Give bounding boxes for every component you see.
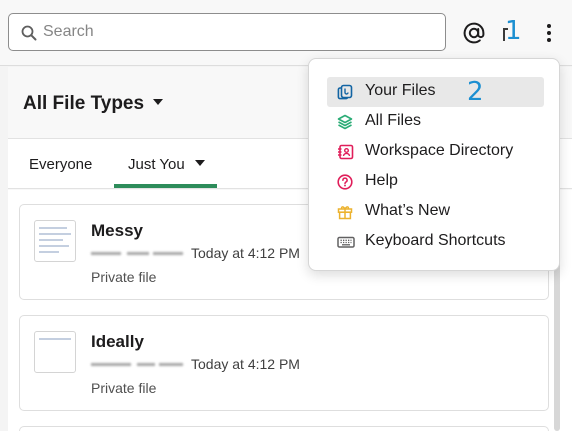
menu-item-all-files[interactable]: All Files — [327, 107, 544, 137]
menu-item-workspace-directory[interactable]: Workspace Directory — [327, 137, 544, 167]
file-visibility: Private file — [91, 380, 157, 396]
tab-just-you[interactable]: Just You — [128, 156, 205, 173]
menu-item-label: Keyboard Shortcuts — [365, 232, 506, 249]
menu-item-label: Your Files — [365, 82, 436, 99]
caret-down-icon — [153, 99, 164, 105]
file-name[interactable]: Messy — [91, 221, 143, 241]
directory-icon — [338, 144, 354, 160]
caret-down-icon — [194, 160, 205, 166]
file-card[interactable]: Ideally Today at 4:12 PM Private file — [19, 315, 549, 411]
file-card[interactable] — [19, 426, 549, 431]
menu-item-label: Help — [365, 172, 398, 189]
your-files-icon — [337, 84, 353, 100]
search-icon — [21, 25, 37, 41]
file-owner-redacted — [91, 359, 187, 371]
file-thumbnail — [34, 331, 76, 373]
file-type-label: All File Types — [23, 93, 145, 114]
file-timestamp: Today at 4:12 PM — [191, 356, 300, 372]
active-tab-indicator — [114, 184, 217, 188]
menu-item-help[interactable]: Help — [327, 167, 544, 197]
menu-item-whats-new[interactable]: What’s New — [327, 197, 544, 227]
more-options-menu: Your Files 2 All Files Workspace Directo… — [308, 58, 560, 271]
layers-icon — [337, 114, 353, 130]
at-icon[interactable] — [462, 21, 486, 45]
more-options-button[interactable] — [540, 22, 558, 44]
file-name[interactable]: Ideally — [91, 332, 144, 352]
gift-icon — [337, 206, 353, 220]
search-input[interactable] — [43, 20, 433, 44]
menu-item-your-files[interactable]: Your Files 2 — [327, 77, 544, 107]
menu-item-label: What’s New — [365, 202, 451, 219]
annotation-label-1: 1 — [505, 16, 522, 46]
file-timestamp: Today at 4:12 PM — [191, 245, 300, 261]
file-visibility: Private file — [91, 269, 157, 285]
top-bar: 1 — [0, 0, 572, 66]
tab-everyone[interactable]: Everyone — [29, 156, 92, 173]
file-type-dropdown[interactable]: All File Types — [23, 93, 164, 115]
menu-item-keyboard-shortcuts[interactable]: Keyboard Shortcuts — [327, 227, 544, 257]
tab-label: Everyone — [29, 156, 93, 173]
help-icon — [337, 174, 353, 190]
file-owner-redacted — [91, 248, 187, 260]
file-thumbnail — [34, 220, 76, 262]
menu-item-label: Workspace Directory — [365, 142, 514, 159]
search-box[interactable] — [8, 13, 446, 51]
keyboard-icon — [337, 236, 355, 248]
annotation-label-2: 2 — [467, 77, 484, 107]
menu-item-label: All Files — [365, 112, 422, 129]
tab-label: Just You — [128, 156, 185, 173]
